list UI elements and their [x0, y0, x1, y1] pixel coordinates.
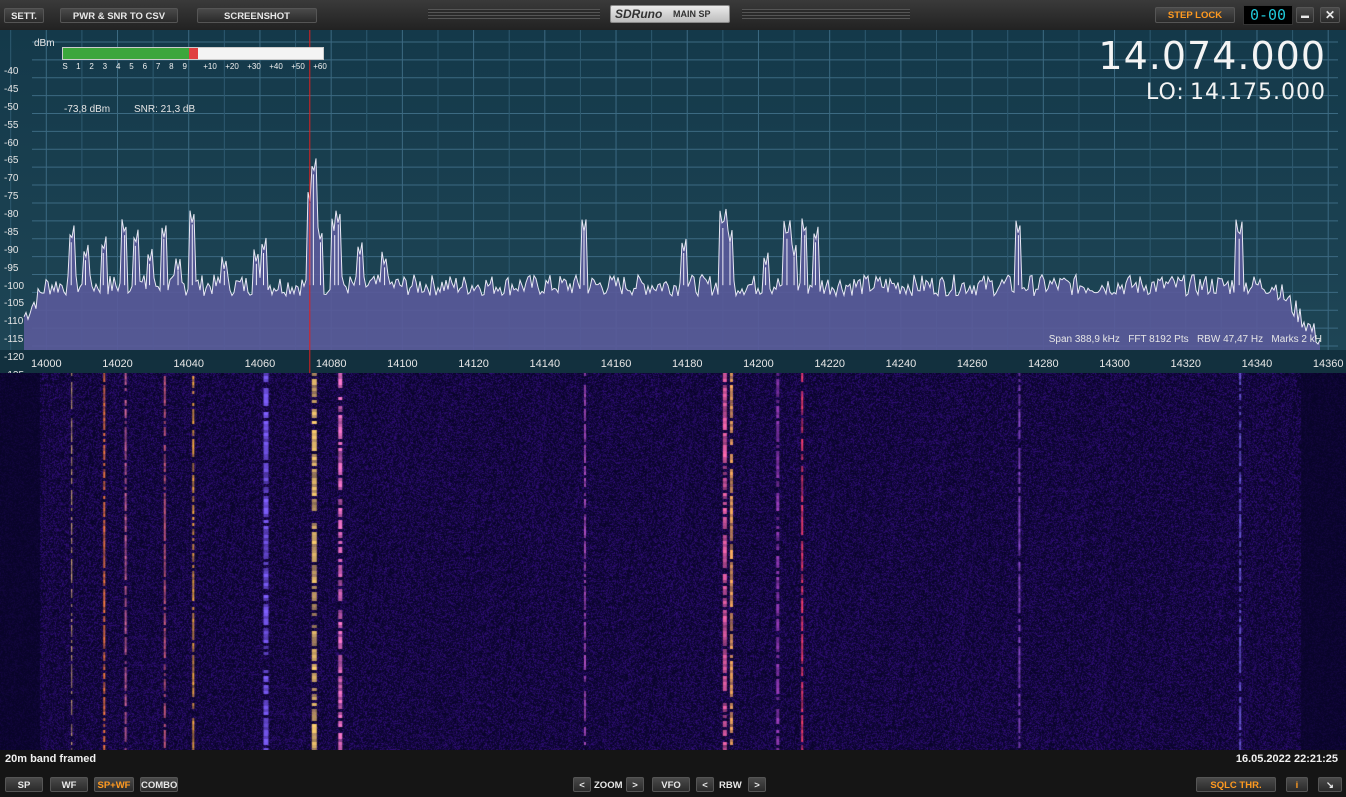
y-tick-label: -90	[4, 244, 19, 256]
x-tick-label: 14220	[814, 358, 845, 370]
channel-display[interactable]: 0-00	[1243, 5, 1293, 25]
x-tick-label: 14000	[30, 358, 62, 370]
x-tick-label: 14260	[956, 358, 988, 370]
y-tick-label: -115	[4, 334, 24, 346]
power-reading: -73,8 dBm	[64, 104, 111, 115]
combo-view-button[interactable]: COMBO	[140, 777, 178, 792]
sdruno-logo: SDRuno MAIN SP	[610, 5, 730, 23]
y-tick-label: -65	[4, 155, 19, 167]
spectrum-info-line: Span 388,9 kHz FFT 8192 Pts RBW 47,47 Hz…	[1048, 334, 1322, 345]
pwr-snr-csv-button[interactable]: PWR & SNR TO CSV	[60, 8, 178, 23]
zoom-out-button[interactable]: <	[573, 777, 591, 792]
sqlc-threshold-button[interactable]: SQLC THR.	[1196, 777, 1276, 792]
minimize-icon[interactable]: ▬	[1296, 7, 1314, 23]
s-meter-scale-label: 9	[182, 62, 187, 71]
rbw-increase-button[interactable]: >	[748, 777, 766, 792]
rbw-decrease-button[interactable]: <	[696, 777, 714, 792]
x-tick-label: 14320	[1170, 358, 1202, 370]
s-meter-scale-label: 6	[142, 62, 148, 71]
zoom-label: ZOOM	[594, 780, 623, 791]
s-meter-scale-label: +20	[225, 62, 239, 71]
vfo-button[interactable]: VFO	[652, 777, 690, 792]
x-tick-label: 14140	[529, 358, 561, 370]
spectrum-display[interactable]: -40 -45 -50 -55 -60 -65 -70 -75 -80 -85 -90 -95 -100…	[0, 30, 1346, 373]
s-meter-scale-label: 7	[155, 62, 161, 71]
bottom-bar: 20m band framed 16.05.2022 22:21:25 SP W…	[0, 750, 1346, 797]
y-tick-label: -40	[4, 66, 19, 77]
x-tick-label: 14100	[387, 358, 418, 370]
info-icon[interactable]: i	[1286, 777, 1308, 792]
vfo-frequency-display[interactable]: 14.074.000	[1098, 34, 1326, 78]
s-meter-level	[63, 48, 190, 59]
y-tick-label: -95	[4, 262, 19, 274]
window-drag-grip[interactable]	[428, 9, 600, 19]
y-tick-label: -70	[4, 173, 19, 185]
y-tick-label: -110	[4, 316, 24, 328]
logo-subtitle: MAIN SP	[673, 9, 711, 19]
x-tick-label: 14120	[458, 358, 489, 370]
s-meter-scale-label: 5	[129, 62, 134, 71]
snr-reading: SNR: 21,3 dB	[134, 104, 196, 115]
y-tick-label: -60	[4, 137, 19, 149]
s-meter-scale-label: 4	[115, 62, 121, 71]
x-tick-label: 14160	[600, 358, 632, 370]
zoom-in-button[interactable]: >	[626, 777, 644, 792]
waterfall-display[interactable]	[0, 373, 1346, 750]
s-meter-scale-label: 3	[102, 62, 108, 71]
y-tick-label: -120	[4, 352, 25, 364]
s-meter-scale-label: +30	[247, 62, 261, 71]
rbw-label: RBW	[719, 780, 742, 791]
x-tick-label: 14180	[671, 358, 703, 370]
screenshot-button[interactable]: SCREENSHOT	[197, 8, 317, 23]
x-tick-label: 14360	[1312, 358, 1344, 370]
lo-frequency-display[interactable]: 14.175.000	[1190, 80, 1326, 105]
lo-label: LO:	[1146, 80, 1185, 105]
x-tick-label: 14200	[743, 358, 774, 370]
s-meter-scale-label: +50	[291, 62, 305, 71]
s-meter-scale-label: 2	[89, 62, 94, 71]
spectrum-chart[interactable]	[0, 30, 1346, 373]
y-tick-label: -85	[4, 226, 19, 238]
dbm-unit-label: dBm	[34, 38, 55, 49]
s-meter-bar	[62, 47, 324, 60]
s-meter-scale-label: S	[62, 62, 68, 71]
x-tick-label: 14020	[102, 358, 133, 370]
sp-view-button[interactable]: SP	[5, 777, 43, 792]
waterfall-canvas[interactable]	[0, 373, 1346, 750]
s-meter-scale-label: +10	[203, 62, 217, 71]
x-tick-label: 14080	[315, 358, 347, 370]
y-tick-label: -75	[4, 191, 19, 203]
s-meter-peak	[189, 48, 199, 59]
sp-wf-view-button[interactable]: SP+WF	[94, 777, 134, 792]
s-meter-scale-label: +40	[269, 62, 283, 71]
logo-text: SDRuno	[615, 7, 663, 21]
close-icon[interactable]: ✕	[1320, 7, 1340, 23]
window-drag-grip-right[interactable]	[742, 9, 910, 19]
waterfall-caption: 20m band framed	[5, 753, 97, 765]
y-tick-label: -80	[4, 209, 19, 221]
x-tick-label: 14300	[1099, 358, 1130, 370]
y-tick-label: -50	[4, 101, 19, 113]
wf-view-button[interactable]: WF	[50, 777, 88, 792]
y-tick-label: -55	[4, 119, 19, 131]
title-bar: SETT. PWR & SNR TO CSV SCREENSHOT SDRuno…	[0, 0, 1346, 30]
x-tick-label: 14340	[1241, 358, 1273, 370]
x-tick-label: 14060	[244, 358, 276, 370]
s-meter-scale-label: +60	[313, 62, 327, 71]
s-meter-scale-label: 8	[169, 62, 174, 71]
x-tick-label: 14040	[173, 358, 205, 370]
s-meter-scale-label: 1	[76, 62, 81, 71]
resize-icon[interactable]: ↘	[1318, 777, 1342, 792]
x-tick-label: 14240	[885, 358, 917, 370]
settings-button[interactable]: SETT.	[4, 8, 44, 23]
y-tick-label: -45	[4, 83, 19, 95]
step-lock-button[interactable]: STEP LOCK	[1155, 7, 1235, 23]
waterfall-timestamp: 16.05.2022 22:21:25	[1235, 753, 1338, 765]
x-tick-label: 14280	[1028, 358, 1059, 370]
y-tick-label: -100	[4, 280, 25, 292]
y-tick-label: -105	[4, 298, 25, 310]
